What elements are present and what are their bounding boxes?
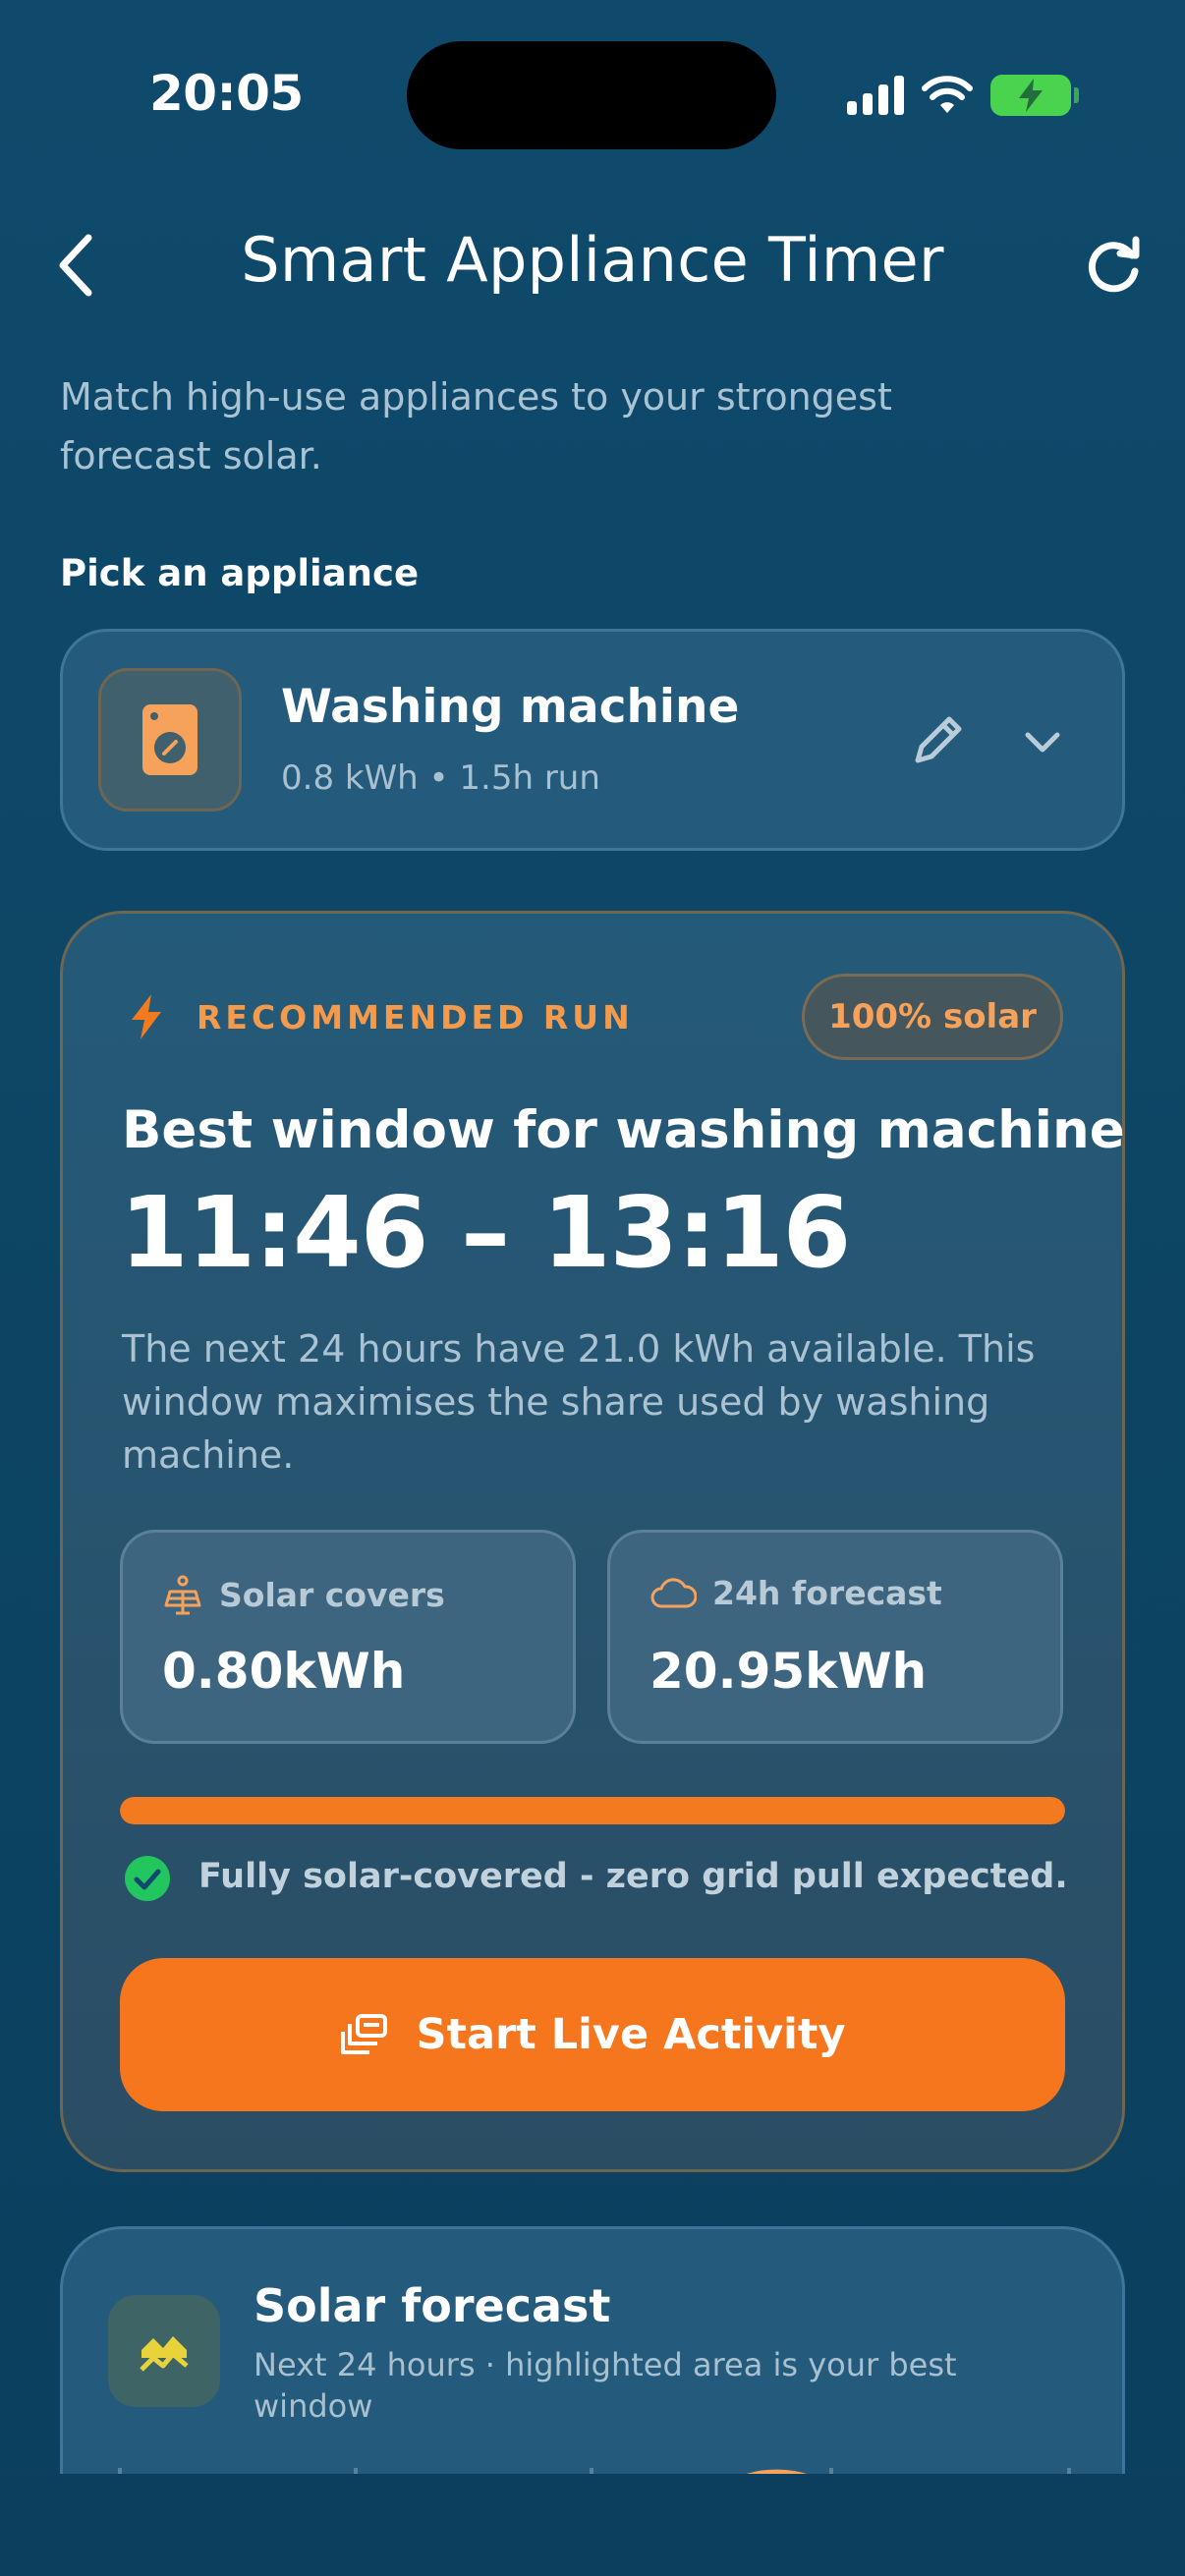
live-activity-icon xyxy=(340,2014,387,2054)
solar-coverage-bar xyxy=(120,1797,1065,1824)
washing-machine-icon xyxy=(98,668,242,812)
cloud-icon xyxy=(650,1577,697,1607)
recommendation-description: The next 24 hours have 21.0 kWh availabl… xyxy=(122,1327,1036,1477)
stat-label: 24h forecast xyxy=(712,1574,942,1612)
charging-bolt-icon xyxy=(1019,79,1043,112)
cellular-signal-icon xyxy=(847,76,904,115)
dynamic-island xyxy=(407,41,776,149)
forecast-title: Solar forecast xyxy=(254,2279,611,2332)
refresh-button[interactable] xyxy=(1081,234,1146,299)
best-window-title: Best window for washing machine xyxy=(122,1100,1125,1160)
cta-label: Start Live Activity xyxy=(416,2010,846,2059)
status-icons xyxy=(847,71,1079,120)
edit-appliance-button[interactable] xyxy=(906,707,971,772)
check-circle-icon xyxy=(125,1856,170,1901)
solar-panel-icon xyxy=(164,1575,201,1615)
bolt-icon xyxy=(132,994,161,1039)
solar-share-badge: 100% solar xyxy=(802,974,1063,1060)
solar-coverage-fill xyxy=(120,1797,1065,1824)
refresh-icon xyxy=(1088,236,1140,293)
forecast-chart-icon xyxy=(108,2295,220,2407)
appliance-meta: 0.8 kWh • 1.5h run xyxy=(281,758,600,798)
expand-picker-button[interactable] xyxy=(1018,717,1067,766)
forecast-24h-stat: 24h forecast 20.95kWh xyxy=(607,1530,1063,1744)
forecast-subtitle: Next 24 hours · highlighted area is your… xyxy=(254,2346,957,2425)
status-time: 20:05 xyxy=(149,65,304,122)
chevron-down-icon xyxy=(1025,732,1060,753)
stat-label: Solar covers xyxy=(219,1575,445,1614)
bottom-fade xyxy=(0,2474,1185,2576)
section-label: Pick an appliance xyxy=(60,552,420,594)
wifi-icon xyxy=(922,76,973,113)
window-time-range: 11:46 – 13:16 xyxy=(120,1175,851,1290)
appliance-name: Washing machine xyxy=(281,680,740,734)
recommended-run-label: RECOMMENDED RUN xyxy=(197,998,634,1036)
stat-value: 0.80kWh xyxy=(162,1643,406,1700)
page-subtitle: Match high-use appliances to your strong… xyxy=(60,375,892,477)
start-live-activity-button[interactable]: Start Live Activity xyxy=(120,1958,1065,2111)
page-title: Smart Appliance Timer xyxy=(241,224,944,296)
coverage-note: Fully solar-covered - zero grid pull exp… xyxy=(198,1857,1068,1896)
battery-icon xyxy=(990,75,1079,116)
stat-value: 20.95kWh xyxy=(649,1643,928,1700)
solar-covers-stat: Solar covers 0.80kWh xyxy=(120,1530,576,1744)
pencil-icon xyxy=(915,716,962,763)
